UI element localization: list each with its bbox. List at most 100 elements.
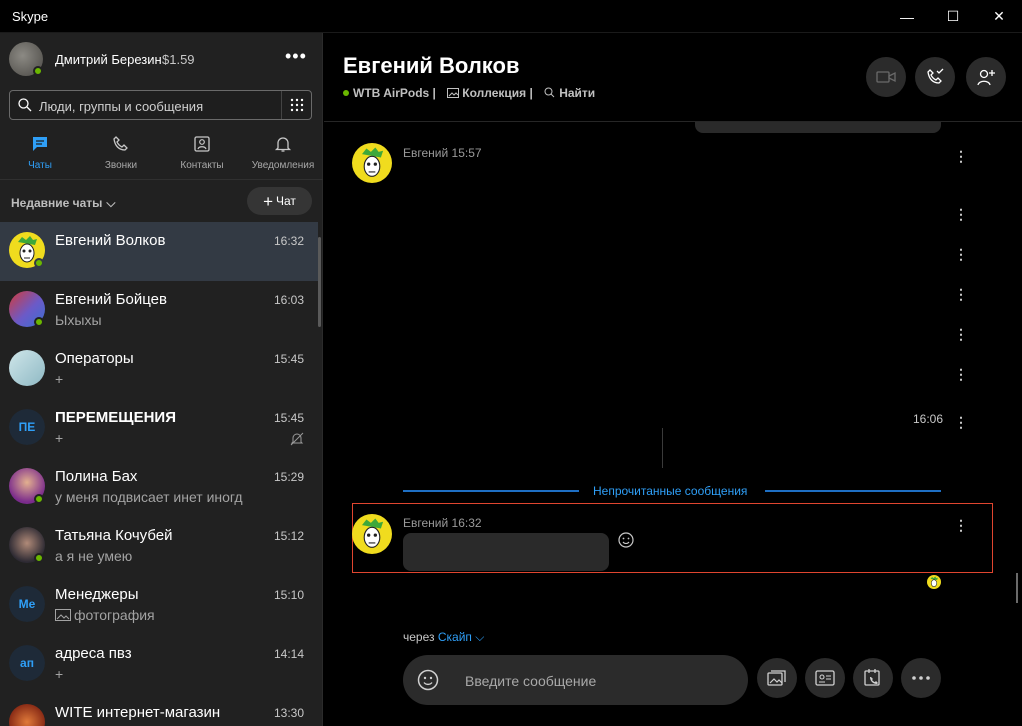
via-prefix: через <box>403 630 435 644</box>
tab-chats[interactable]: Чаты <box>0 130 80 180</box>
video-camera-icon <box>876 71 896 83</box>
send-contact-button[interactable] <box>805 658 845 698</box>
search-icon <box>18 98 32 112</box>
sidebar: Дмитрий Березин $1.59 ••• Люди, группы и… <box>0 33 323 726</box>
chat-name: Полина Бах <box>55 468 138 485</box>
mood-message: WTB AirPods | <box>353 86 436 100</box>
add-participant-button[interactable] <box>966 57 1006 97</box>
gallery-link[interactable]: Коллекция | <box>447 86 533 100</box>
message-options-icon[interactable]: ⋮ <box>954 326 968 343</box>
chevron-down-icon: ⌵ <box>475 630 485 644</box>
chat-item[interactable]: Ме Менеджеры фотография 15:10 <box>0 576 318 635</box>
message-options-icon[interactable]: ⋮ <box>954 148 968 165</box>
recent-chats-filter[interactable]: Недавние чаты ⌵ <box>11 196 116 211</box>
online-status-dot <box>343 90 349 96</box>
maximize-button[interactable]: ☐ <box>930 0 976 33</box>
add-reaction-icon[interactable] <box>618 532 634 548</box>
divider-line <box>765 490 941 492</box>
more-icon <box>912 676 930 680</box>
contacts-icon <box>194 136 210 152</box>
schedule-call-button[interactable] <box>853 658 893 698</box>
chat-time: 13:30 <box>273 706 304 720</box>
tab-contacts[interactable]: Контакты <box>162 130 242 180</box>
find-link[interactable]: Найти <box>544 86 595 100</box>
avatar <box>9 704 45 726</box>
chat-time: 15:10 <box>273 588 304 602</box>
add-person-icon <box>977 69 995 86</box>
avatar-initials: Ме <box>9 586 45 622</box>
chat-time: 15:45 <box>273 411 304 425</box>
chat-item[interactable]: WITE интернет-магазин 13:30 <box>0 694 318 726</box>
contact-card-icon <box>815 670 835 686</box>
message-options-icon[interactable]: ⋮ <box>954 366 968 383</box>
avatar[interactable] <box>352 514 392 554</box>
profile-name[interactable]: Дмитрий Березин <box>55 52 162 67</box>
tab-notifications[interactable]: Уведомления <box>243 130 323 180</box>
message-options-icon[interactable]: ⋮ <box>954 286 968 303</box>
conversation-pane: Евгений Волков WTB AirPods | Коллекция |… <box>324 33 1022 726</box>
skype-window: Skype — ☐ ✕ Дмитрий Березин $1.59 ••• Лю… <box>0 0 1022 726</box>
chat-time: 15:12 <box>273 529 304 543</box>
chat-item[interactable]: ПЕ ПЕРЕМЕЩЕНИЯ + 15:45 <box>0 399 318 458</box>
chat-item[interactable]: Евгений Бойцев Ыхыхы 16:03 <box>0 281 318 340</box>
conversation-scrollbar[interactable] <box>1016 573 1018 603</box>
tab-calls[interactable]: Звонки <box>81 130 161 180</box>
chat-time: 16:03 <box>273 293 304 307</box>
profile-balance[interactable]: $1.59 <box>162 52 195 67</box>
chat-name: Операторы <box>55 350 134 367</box>
find-label: Найти <box>559 86 596 100</box>
online-status-dot <box>34 317 44 327</box>
search-icon <box>544 87 555 98</box>
avatar: ПЕ <box>9 409 45 445</box>
audio-call-button[interactable] <box>915 57 955 97</box>
minimize-button[interactable]: — <box>884 0 930 33</box>
chat-preview-text: фотография <box>74 607 155 623</box>
sidebar-scrollbar[interactable] <box>318 237 321 327</box>
message-options-icon[interactable]: ⋮ <box>954 414 968 431</box>
message-time: 16:06 <box>913 412 944 426</box>
chat-name: адреса пвз <box>55 645 132 662</box>
search-box[interactable]: Люди, группы и сообщения <box>9 90 312 120</box>
chat-item[interactable]: Операторы + 15:45 <box>0 340 318 399</box>
message-options-icon[interactable]: ⋮ <box>954 206 968 223</box>
chat-item[interactable]: Евгений Волков 16:32 <box>0 222 318 281</box>
send-via-selector[interactable]: через Скайп ⌵ <box>403 630 484 645</box>
chat-item[interactable]: ап адреса пвз + 14:14 <box>0 635 318 694</box>
chat-item[interactable]: Полина Бах у меня подвисает инет иногд 1… <box>0 458 318 517</box>
tab-label: Звонки <box>104 160 138 171</box>
chat-preview: фотография <box>55 607 265 623</box>
tab-label: Уведомления <box>251 160 315 171</box>
read-receipt-avatar <box>927 575 941 589</box>
via-link[interactable]: Скайп <box>438 630 472 644</box>
image-icon <box>55 609 71 621</box>
muted-bell-icon <box>290 432 304 446</box>
avatar <box>9 350 45 386</box>
dialpad-button[interactable] <box>281 91 311 119</box>
chat-time: 15:45 <box>273 352 304 366</box>
search-input[interactable]: Люди, группы и сообщения <box>39 99 203 114</box>
phone-icon <box>113 136 128 151</box>
video-call-button[interactable] <box>866 57 906 97</box>
tab-label: Контакты <box>180 160 224 171</box>
more-actions-button[interactable] <box>901 658 941 698</box>
avatar[interactable] <box>352 143 392 183</box>
emoji-icon[interactable] <box>417 669 439 691</box>
message-input[interactable]: Введите сообщение <box>465 673 596 689</box>
online-status-dot <box>34 553 44 563</box>
chat-item[interactable]: Татьяна Кочубей а я не умею 15:12 <box>0 517 318 576</box>
more-options-button[interactable]: ••• <box>285 46 307 67</box>
chevron-down-icon: ⌵ <box>106 196 116 210</box>
unread-label: Непрочитанные сообщения <box>593 484 748 498</box>
send-media-button[interactable] <box>757 658 797 698</box>
chat-name: ПЕРЕМЕЩЕНИЯ <box>55 409 176 426</box>
message-options-icon[interactable]: ⋮ <box>954 246 968 263</box>
chat-name: Евгений Бойцев <box>55 291 167 308</box>
chat-time: 16:32 <box>273 234 304 248</box>
gallery-icon <box>447 88 460 98</box>
close-button[interactable]: ✕ <box>976 0 1022 33</box>
message-composer[interactable]: Введите сообщение <box>403 655 748 705</box>
new-chat-button[interactable]: + Чат <box>247 187 312 215</box>
message-bubble[interactable] <box>403 533 609 571</box>
message-options-icon[interactable]: ⋮ <box>954 517 968 534</box>
conversation-title[interactable]: Евгений Волков <box>343 53 519 79</box>
